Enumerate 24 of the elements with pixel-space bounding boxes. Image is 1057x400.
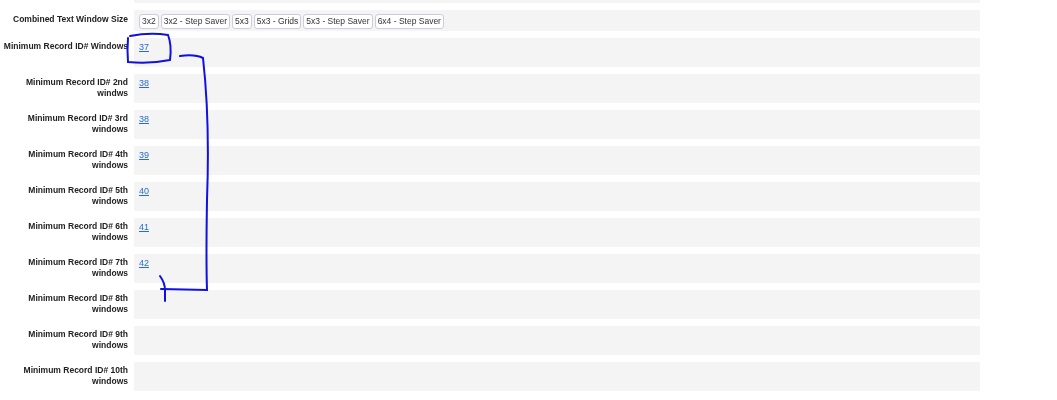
field-label: Minimum Record ID# 3rd windows (26, 112, 129, 136)
record-link[interactable]: 41 (139, 222, 149, 233)
field-label: Minimum Record ID# Windows (2, 40, 129, 53)
field-label: Minimum Record ID# 2nd windws (25, 76, 129, 100)
size-option-button[interactable]: 6x4 - Step Saver (374, 14, 444, 29)
size-option-button[interactable]: 3x2 - Step Saver (160, 14, 231, 29)
record-link[interactable]: 38 (139, 78, 149, 89)
record-link[interactable]: 40 (139, 186, 149, 197)
field-label: Minimum Record ID# 5th windows (27, 184, 129, 208)
field-label: Minimum Record ID# 4th windows (27, 148, 129, 172)
record-link[interactable]: 37 (139, 42, 149, 53)
record-link[interactable]: 39 (139, 150, 149, 161)
field-label: Minimum Record ID# 7th windows (27, 256, 129, 280)
field-label: Minimum Record ID# 6th windows (27, 220, 129, 244)
field-label: Minimum Record ID# 10th windows (22, 364, 129, 388)
field-label: Minimum Record ID# 8th windows (27, 292, 129, 316)
size-option-button[interactable]: 3x2 (139, 14, 159, 29)
record-link[interactable]: 42 (139, 258, 149, 269)
record-link[interactable]: 38 (139, 114, 149, 125)
size-option-button[interactable]: 5x3 - Step Saver (303, 14, 373, 29)
field-label: Minimum Record ID# 9th windows (27, 328, 129, 352)
field-label: Combined Text Window Size (12, 13, 129, 26)
size-option-button[interactable]: 5x3 - Grids (253, 14, 302, 29)
size-option-button[interactable]: 5x3 (232, 14, 252, 29)
